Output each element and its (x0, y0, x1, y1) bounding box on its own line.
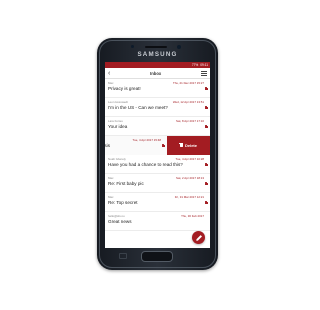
message-date: Wed, 12 Apr 2017 13:51 (172, 100, 204, 104)
message-sender: Noah Gberely (108, 157, 126, 161)
message-row[interactable]: Max Sat, 2 Apr 2017 18:13 Re: First baby… (105, 174, 210, 193)
message-date: Tue, 4 Apr 2017 10:28 (175, 157, 205, 161)
top-app-bar: ‹ Inbox (105, 68, 210, 79)
recent-apps-key[interactable] (119, 253, 127, 259)
message-sender: Max (108, 176, 114, 180)
compose-button[interactable] (192, 231, 205, 244)
lock-icon (205, 181, 208, 185)
message-date: Thu, 21 Dec 2017 15:27 (172, 81, 204, 85)
message-date: Sat, 8 Apr 2017 17:10 (176, 119, 204, 123)
message-list: Max Thu, 21 Dec 2017 15:27 Privacy is gr… (105, 79, 210, 231)
lock-icon (205, 105, 208, 109)
message-subject: Have you had a chance to read this? (108, 161, 183, 167)
message-subject: Your idea (108, 123, 128, 129)
sensor-icon (131, 45, 134, 48)
message-subject: Re: Top secret (108, 199, 138, 205)
clock: 09:11 (200, 63, 208, 67)
hamburger-menu-icon[interactable] (200, 70, 207, 76)
message-row[interactable]: Lara Fortes Sat, 8 Apr 2017 17:10 Your i… (105, 117, 210, 136)
front-camera-icon (177, 45, 181, 49)
message-row[interactable]: Max Fri, 31 Mar 2017 12:21 Re: Top secre… (105, 193, 210, 212)
message-date: Tue, 4 Apr 2017 15:48 (132, 138, 162, 142)
message-date: Thu, 30 Feb 2017 (181, 214, 204, 218)
speaker-grille (145, 46, 167, 48)
message-sender: Lara Fortes (108, 119, 123, 123)
app-screen: 77% 09:11 ‹ Inbox Max Thu, 21 Dec 2017 1… (105, 62, 210, 248)
battery-level: 77% (191, 63, 199, 67)
delete-label: Delete (184, 143, 197, 148)
lock-icon (205, 162, 208, 166)
device-brand: SAMSUNG (137, 51, 178, 58)
lock-icon (162, 143, 165, 147)
message-sender: Leon Hosswedt (108, 100, 128, 104)
back-key[interactable] (191, 253, 197, 257)
delete-button[interactable]: Delete (167, 136, 210, 155)
pencil-icon (195, 234, 202, 241)
phone-frame: SAMSUNG 77% 09:11 ‹ Inbox Max Thu, 21 De… (97, 38, 218, 270)
message-row[interactable]: Leon Hosswedt Wed, 12 Apr 2017 13:51 I'm… (105, 98, 210, 117)
message-subject: Privacy is great! (108, 85, 141, 91)
swiped-message-content: Tue, 4 Apr 2017 15:48 thesis (105, 136, 167, 155)
lock-icon (205, 124, 208, 128)
message-row-swiped[interactable]: Tue, 4 Apr 2017 15:48 thesis Delete (105, 136, 210, 155)
message-sender: Max (108, 195, 114, 199)
message-row[interactable]: Noah Gberely Tue, 4 Apr 2017 10:28 Have … (105, 155, 210, 174)
lock-icon (205, 86, 208, 90)
message-date: Sat, 2 Apr 2017 18:13 (176, 176, 204, 180)
message-subject: thesis (105, 142, 111, 148)
message-date: Fri, 31 Mar 2017 12:21 (174, 195, 204, 199)
message-row[interactable]: Max Thu, 21 Dec 2017 15:27 Privacy is gr… (105, 79, 210, 98)
message-row[interactable]: hello@sbo.io Thu, 30 Feb 2017 Great news (105, 212, 210, 231)
message-subject: Great news (108, 218, 132, 224)
message-subject: I'm in the US - Can we meet? (108, 104, 168, 110)
message-sender: Max (108, 81, 114, 85)
trash-icon (179, 142, 184, 148)
home-button[interactable] (141, 251, 173, 262)
chevron-left-icon[interactable]: ‹ (108, 70, 110, 77)
message-sender: hello@sbo.io (108, 214, 125, 218)
page-title: Inbox (150, 70, 162, 76)
lock-icon (205, 200, 208, 204)
message-subject: Re: First baby pic (108, 180, 144, 186)
